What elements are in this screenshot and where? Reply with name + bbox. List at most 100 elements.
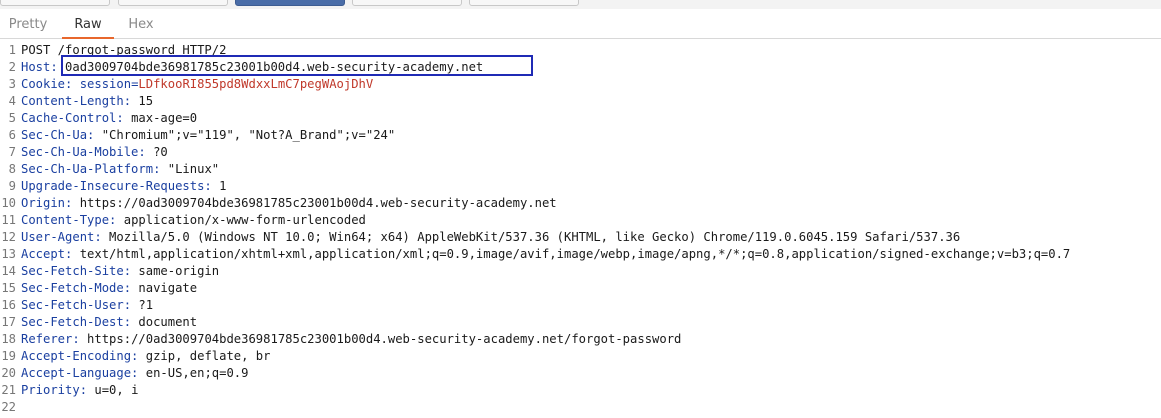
line-number: 14: [1, 264, 16, 278]
line-number: 8: [8, 162, 16, 176]
line-number: 9: [8, 179, 16, 193]
header-value: "Chromium";v="119", "Not?A_Brand";v="24": [94, 128, 396, 142]
header-value: navigate: [131, 281, 198, 295]
request-line: 19 Accept-Encoding: gzip, deflate, br: [0, 348, 1161, 365]
header-name: Sec-Fetch-Mode:: [21, 281, 132, 295]
line-content: Sec-Ch-Ua: "Chromium";v="119", "Not?A_Br…: [21, 127, 395, 144]
tab-hex[interactable]: Hex: [116, 9, 166, 38]
line-content: Cache-Control: max-age=0: [21, 110, 197, 127]
header-name: Cookie:: [21, 77, 73, 91]
header-value: 0ad3009704bde36981785c23001b00d4.web-sec…: [57, 60, 484, 74]
line-number: 11: [1, 213, 16, 227]
request-line: 9 Upgrade-Insecure-Requests: 1: [0, 178, 1161, 195]
line-number: 12: [1, 230, 16, 244]
line-number: 6: [8, 128, 16, 142]
request-line: 5 Cache-Control: max-age=0: [0, 110, 1161, 127]
line-content: User-Agent: Mozilla/5.0 (Windows NT 10.0…: [21, 229, 960, 246]
header-name: Sec-Fetch-Site:: [21, 264, 132, 278]
line-number: 18: [1, 332, 16, 346]
line-number: 15: [1, 281, 16, 295]
header-name: Accept:: [21, 247, 73, 261]
header-value: same-origin: [131, 264, 220, 278]
line-content: Priority: u=0, i: [21, 382, 138, 399]
request-line: 3 Cookie: session=LDfkooRI855pd8WdxxLmC7p…: [0, 76, 1161, 93]
line-content: Content-Type: application/x-www-form-url…: [21, 212, 366, 229]
request-line: 21 Priority: u=0, i: [0, 382, 1161, 399]
header-name: Accept-Language:: [21, 366, 139, 380]
request-line: 12 User-Agent: Mozilla/5.0 (Windows NT 10…: [0, 229, 1161, 246]
request-line: 2 Host: 0ad3009704bde36981785c23001b00d4.…: [0, 59, 1161, 76]
line-number: 1: [8, 43, 16, 57]
line-number: 17: [1, 315, 16, 329]
header-name: Sec-Ch-Ua-Mobile:: [21, 145, 146, 159]
toolbar-button-2[interactable]: [118, 0, 228, 6]
header-value: POST /forgot-password HTTP/2: [21, 43, 227, 57]
line-number: 4: [8, 94, 16, 108]
request-line: 4 Content-Length: 15: [0, 93, 1161, 110]
header-name: Cache-Control:: [21, 111, 124, 125]
header-name: session=: [72, 77, 139, 91]
header-value: https://0ad3009704bde36981785c23001b00d4…: [79, 332, 682, 346]
header-value: application/x-www-form-urlencoded: [116, 213, 366, 227]
header-value: gzip, deflate, br: [138, 349, 271, 363]
line-number: 5: [8, 111, 16, 125]
header-value: u=0, i: [87, 383, 139, 397]
line-number: 13: [1, 247, 16, 261]
tab-pretty[interactable]: Pretty: [0, 9, 56, 38]
line-content: Sec-Fetch-Dest: document: [21, 314, 197, 331]
header-name: User-Agent:: [21, 230, 102, 244]
header-name: Sec-Ch-Ua:: [21, 128, 95, 142]
line-content: Cookie: session=LDfkooRI855pd8WdxxLmC7pe…: [21, 76, 373, 93]
header-value: text/html,application/xhtml+xml,applicat…: [72, 247, 1071, 261]
toolbar-button-3[interactable]: [235, 0, 345, 6]
tab-raw[interactable]: Raw: [62, 9, 114, 39]
line-content: Sec-Ch-Ua-Platform: "Linux": [21, 161, 219, 178]
request-line: 22: [0, 399, 1161, 416]
line-content: Accept-Language: en-US,en;q=0.9: [21, 365, 248, 382]
header-value: Mozilla/5.0 (Windows NT 10.0; Win64; x64…: [101, 230, 961, 244]
line-number: 20: [1, 366, 16, 380]
request-line: 7 Sec-Ch-Ua-Mobile: ?0: [0, 144, 1161, 161]
line-content: Accept-Encoding: gzip, deflate, br: [21, 348, 270, 365]
header-name: Sec-Fetch-User:: [21, 298, 132, 312]
header-name: Sec-Ch-Ua-Platform:: [21, 162, 161, 176]
line-content: Host: 0ad3009704bde36981785c23001b00d4.w…: [21, 59, 483, 76]
line-number: 2: [8, 60, 16, 74]
toolbar-button-4[interactable]: [352, 0, 462, 6]
line-content: Sec-Fetch-User: ?1: [21, 297, 153, 314]
request-line: 13 Accept: text/html,application/xhtml+xm…: [0, 246, 1161, 263]
line-content: Sec-Ch-Ua-Mobile: ?0: [21, 144, 168, 161]
header-value: 15: [131, 94, 154, 108]
line-content: POST /forgot-password HTTP/2: [21, 42, 226, 59]
toolbar-button-5[interactable]: [469, 0, 579, 6]
line-number: 10: [1, 196, 16, 210]
toolbar-strip: [0, 0, 1161, 9]
cookie-value: LDfkooRI855pd8WdxxLmC7pegWAojDhV: [138, 77, 374, 91]
header-name: Host:: [21, 60, 58, 74]
header-name: Origin:: [21, 196, 73, 210]
request-line: 11 Content-Type: application/x-www-form-u…: [0, 212, 1161, 229]
line-content: Referer: https://0ad3009704bde36981785c2…: [21, 331, 681, 348]
header-value: ?1: [131, 298, 154, 312]
request-line: 10 Origin: https://0ad3009704bde36981785c…: [0, 195, 1161, 212]
request-line: 17 Sec-Fetch-Dest: document: [0, 314, 1161, 331]
request-line: 20 Accept-Language: en-US,en;q=0.9: [0, 365, 1161, 382]
request-line: 8 Sec-Ch-Ua-Platform: "Linux": [0, 161, 1161, 178]
view-tab-bar: Pretty Raw Hex: [0, 9, 1161, 39]
line-content: Upgrade-Insecure-Requests: 1: [21, 178, 226, 195]
header-value: ?0: [145, 145, 168, 159]
line-number: 21: [1, 383, 16, 397]
header-name: Accept-Encoding:: [21, 349, 139, 363]
header-name: Sec-Fetch-Dest:: [21, 315, 132, 329]
line-content: Sec-Fetch-Mode: navigate: [21, 280, 197, 297]
header-value: max-age=0: [123, 111, 198, 125]
request-line: 6 Sec-Ch-Ua: "Chromium";v="119", "Not?A_B…: [0, 127, 1161, 144]
request-line: 16 Sec-Fetch-User: ?1: [0, 297, 1161, 314]
request-line: 14 Sec-Fetch-Site: same-origin: [0, 263, 1161, 280]
request-editor[interactable]: 1 POST /forgot-password HTTP/2 2 Host: 0ad3…: [0, 42, 1161, 418]
toolbar-button-1[interactable]: [0, 0, 110, 6]
request-line: 18 Referer: https://0ad3009704bde36981785…: [0, 331, 1161, 348]
line-number: 3: [8, 77, 16, 91]
line-content: Origin: https://0ad3009704bde36981785c23…: [21, 195, 557, 212]
header-value: en-US,en;q=0.9: [138, 366, 249, 380]
